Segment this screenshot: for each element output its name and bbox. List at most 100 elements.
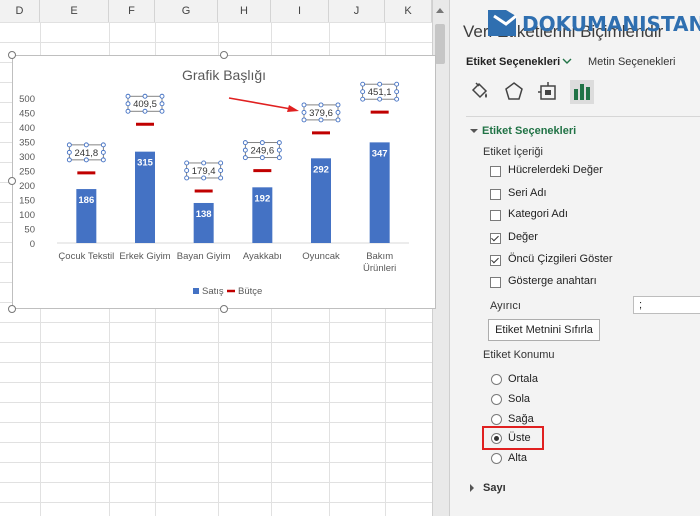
chart-title[interactable]: Grafik Başlığı — [182, 67, 266, 83]
label-selection-handle[interactable] — [242, 147, 248, 153]
section-expand-icon[interactable] — [470, 484, 474, 492]
label-selection-handle[interactable] — [218, 175, 224, 181]
separator-dropdown[interactable]: ; — [633, 296, 700, 314]
checkbox-label[interactable]: Kategori Adı — [508, 208, 568, 220]
budget-data-label[interactable]: 249,6 — [250, 146, 274, 157]
checkbox-label[interactable]: Seri Adı — [508, 187, 547, 199]
legend-butce[interactable]: Bütçe — [238, 286, 262, 297]
label-options-icon[interactable] — [570, 80, 594, 104]
label-selection-handle[interactable] — [218, 168, 224, 173]
tab-label-options[interactable]: Etiket Seçenekleri — [466, 56, 560, 68]
radio-label[interactable]: Sağa — [508, 413, 534, 425]
budget-data-label[interactable]: 241,8 — [74, 148, 98, 159]
checkbox-label[interactable]: Hücrelerdeki Değer — [508, 164, 603, 176]
checkbox-label[interactable]: Öncü Çizgileri Göster — [508, 253, 613, 265]
budget-data-label[interactable]: 451,1 — [368, 87, 392, 98]
label-selection-handle[interactable] — [159, 93, 165, 99]
radio-label[interactable]: Alta — [508, 452, 527, 464]
label-selection-handle[interactable] — [100, 149, 106, 155]
checkbox-label[interactable]: Değer — [508, 231, 538, 243]
radio-label[interactable]: Sola — [508, 393, 530, 405]
label-selection-handle[interactable] — [335, 117, 341, 123]
label-selection-handle[interactable] — [66, 157, 72, 163]
label-selection-handle[interactable] — [125, 93, 131, 99]
label-selection-handle[interactable] — [318, 117, 324, 123]
label-selection-handle[interactable] — [83, 157, 89, 163]
checkbox-1[interactable] — [490, 189, 501, 200]
label-selection-handle[interactable] — [360, 89, 366, 95]
fill-line-icon[interactable] — [468, 80, 492, 104]
checkbox-4[interactable] — [490, 255, 501, 266]
label-selection-handle[interactable] — [242, 155, 248, 161]
label-selection-handle[interactable] — [335, 102, 341, 108]
label-selection-handle[interactable] — [184, 160, 190, 166]
column-header-j[interactable]: J — [329, 0, 385, 22]
legend-satis[interactable]: Satış — [202, 286, 224, 297]
label-selection-handle[interactable] — [360, 81, 366, 87]
label-selection-handle[interactable] — [242, 140, 248, 146]
column-header-e[interactable]: E — [40, 0, 109, 22]
checkbox-3[interactable] — [490, 233, 501, 244]
column-header-k[interactable]: K — [385, 0, 432, 22]
radio-1[interactable] — [491, 394, 502, 405]
resize-handle-bottom-left[interactable] — [8, 305, 16, 313]
label-selection-handle[interactable] — [201, 175, 207, 181]
radio-2[interactable] — [491, 414, 502, 425]
label-selection-handle[interactable] — [201, 160, 207, 166]
section-label-options-header[interactable]: Etiket Seçenekleri — [482, 125, 576, 137]
label-selection-handle[interactable] — [318, 102, 324, 108]
label-selection-handle[interactable] — [259, 140, 265, 146]
label-selection-handle[interactable] — [301, 117, 307, 123]
label-selection-handle[interactable] — [276, 155, 282, 161]
label-selection-handle[interactable] — [184, 168, 190, 173]
label-selection-handle[interactable] — [142, 108, 148, 114]
budget-data-label[interactable]: 179,4 — [192, 166, 216, 177]
column-header-g[interactable]: G — [155, 0, 218, 22]
bar-data-label[interactable]: 138 — [196, 209, 212, 220]
label-selection-handle[interactable] — [394, 89, 400, 95]
label-selection-handle[interactable] — [66, 149, 72, 155]
column-header-h[interactable]: H — [218, 0, 271, 22]
radio-label[interactable]: Ortala — [508, 373, 538, 385]
label-selection-handle[interactable] — [125, 101, 131, 107]
section-number-header[interactable]: Sayı — [483, 482, 506, 494]
checkbox-5[interactable] — [490, 277, 501, 288]
bar-data-label[interactable]: 292 — [313, 164, 329, 175]
radio-4[interactable] — [491, 453, 502, 464]
size-properties-icon[interactable] — [536, 80, 560, 104]
label-selection-handle[interactable] — [159, 101, 165, 107]
tab-text-options[interactable]: Metin Seçenekleri — [588, 56, 675, 68]
label-selection-handle[interactable] — [301, 102, 307, 108]
bar-data-label[interactable]: 315 — [137, 158, 154, 169]
chevron-down-icon[interactable] — [562, 56, 572, 69]
section-collapse-icon[interactable] — [470, 129, 478, 133]
label-selection-handle[interactable] — [66, 142, 72, 148]
label-selection-handle[interactable] — [394, 81, 400, 87]
label-selection-handle[interactable] — [100, 142, 106, 148]
resize-handle-bottom[interactable] — [220, 305, 228, 313]
budget-data-label[interactable]: 379,6 — [309, 108, 333, 119]
scrollbar-thumb[interactable] — [435, 24, 445, 64]
label-selection-handle[interactable] — [100, 157, 106, 163]
label-selection-handle[interactable] — [125, 108, 131, 114]
label-selection-handle[interactable] — [159, 108, 165, 114]
column-header-d[interactable]: D — [0, 0, 40, 22]
bar-data-label[interactable]: 186 — [78, 195, 94, 206]
label-selection-handle[interactable] — [394, 96, 400, 102]
label-selection-handle[interactable] — [335, 109, 341, 115]
effects-icon[interactable] — [502, 80, 526, 104]
scroll-up-arrow-icon[interactable] — [436, 8, 444, 13]
label-selection-handle[interactable] — [276, 147, 282, 153]
label-selection-handle[interactable] — [142, 93, 148, 99]
label-selection-handle[interactable] — [377, 96, 383, 102]
resize-handle-top[interactable] — [220, 51, 228, 59]
label-selection-handle[interactable] — [377, 81, 383, 87]
radio-0[interactable] — [491, 374, 502, 385]
column-header-i[interactable]: I — [271, 0, 329, 22]
label-selection-handle[interactable] — [259, 155, 265, 161]
reset-label-text-button[interactable]: Etiket Metnini Sıfırla — [488, 319, 600, 341]
chart-area[interactable]: Grafik Başlığı 500 450 400 350 300 250 200 150 10… — [12, 55, 436, 309]
checkbox-label[interactable]: Gösterge anahtarı — [508, 275, 597, 287]
resize-handle-left[interactable] — [8, 177, 16, 185]
bar-data-label[interactable]: 347 — [372, 148, 388, 159]
